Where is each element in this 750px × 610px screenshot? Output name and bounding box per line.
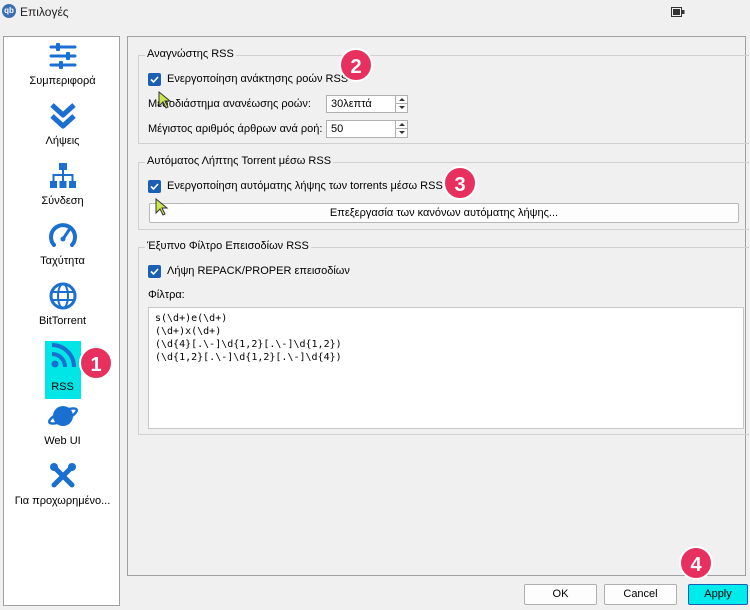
max-articles-label: Μέγιστος αριθμός άρθρων ανά ροή: bbox=[148, 123, 323, 135]
callout-badge-4: 4 bbox=[679, 546, 713, 580]
sidebar-item-label: Ταχύτητα bbox=[40, 255, 85, 267]
sidebar-item-label: Συμπεριφορά bbox=[29, 75, 96, 87]
sidebar-item-label: RSS bbox=[51, 381, 74, 393]
max-articles-spinbox[interactable]: 50 bbox=[326, 120, 408, 138]
checkmark-icon bbox=[150, 76, 159, 84]
filter-line: (\d{1,2}[.\-]\d{1,2}[.\-]\d{4}) bbox=[155, 352, 342, 363]
sidebar-item-behavior[interactable]: Συμπεριφορά bbox=[4, 41, 121, 99]
download-repack-checkbox[interactable] bbox=[148, 265, 161, 278]
filter-line: (\d{4}[.\-]\d{1,2}[.\-]\d{1,2}) bbox=[155, 339, 342, 350]
ok-button[interactable]: OK bbox=[524, 584, 597, 605]
double-chevron-down-icon bbox=[50, 103, 76, 129]
checkmark-icon bbox=[150, 183, 159, 191]
spin-down-button[interactable] bbox=[395, 129, 407, 137]
sidebar-item-connection[interactable]: Σύνδεση bbox=[4, 161, 121, 219]
spin-up-button[interactable] bbox=[395, 121, 407, 129]
sidebar-item-advanced[interactable]: Για προχωρημένο... bbox=[4, 461, 121, 519]
speedometer-icon bbox=[49, 223, 77, 247]
network-icon bbox=[50, 163, 76, 188]
sidebar-item-label: Λήψεις bbox=[45, 135, 80, 147]
checkmark-icon bbox=[150, 268, 159, 276]
sidebar-item-label: Σύνδεση bbox=[41, 195, 84, 207]
spinbox-value: 50 bbox=[331, 123, 344, 135]
sidebar-item-downloads[interactable]: Λήψεις bbox=[4, 101, 121, 159]
callout-badge-2: 2 bbox=[339, 48, 373, 82]
title-bar: qb Επιλογές bbox=[0, 0, 750, 26]
cancel-button[interactable]: Cancel bbox=[604, 584, 677, 605]
app-logo-icon: qb bbox=[2, 4, 16, 18]
spin-down-button[interactable] bbox=[395, 104, 407, 112]
sidebar-item-label: Για προχωρημένο... bbox=[14, 495, 111, 507]
callout-badge-3: 3 bbox=[443, 166, 477, 200]
filters-label: Φίλτρα: bbox=[148, 289, 185, 301]
sidebar-item-speed[interactable]: Ταχύτητα bbox=[4, 221, 121, 279]
spin-up-button[interactable] bbox=[395, 96, 407, 104]
filter-line: s(\d+)e(\d+) bbox=[155, 313, 228, 324]
filter-line: (\d+)x(\d+) bbox=[155, 326, 222, 337]
restore-window-icon[interactable] bbox=[671, 7, 685, 17]
enable-rss-label: Ενεργοποίηση ανάκτησης ροών RSS bbox=[167, 73, 349, 85]
refresh-interval-label: Μεσοδιάστημα ανανέωσης ροών: bbox=[148, 98, 311, 110]
cursor-arrow-icon bbox=[155, 198, 169, 216]
sidebar-item-label: Web UI bbox=[44, 435, 81, 447]
spinbox-value: 30λεπτά bbox=[331, 98, 372, 110]
sidebar: Συμπεριφορά Λήψεις Σύνδεση Ταχύτητα BitT… bbox=[3, 36, 120, 606]
group-title: Έξυπνο Φίλτρο Επεισοδίων RSS bbox=[145, 240, 311, 252]
rss-icon bbox=[51, 343, 76, 368]
rss-reader-group: Αναγνώστης RSS Ενεργοποίηση ανάκτησης ρο… bbox=[138, 48, 749, 144]
enable-rss-checkbox[interactable] bbox=[148, 73, 161, 86]
sidebar-item-web-ui[interactable]: Web UI bbox=[4, 401, 121, 459]
group-title: Αυτόματος Λήπτης Torrent μέσω RSS bbox=[145, 155, 334, 167]
refresh-interval-spinbox[interactable]: 30λεπτά bbox=[326, 95, 408, 113]
sidebar-item-label: BitTorrent bbox=[38, 315, 87, 327]
planet-icon bbox=[48, 406, 78, 426]
download-repack-label: Λήψη REPACK/PROPER επεισοδίων bbox=[167, 265, 350, 277]
group-title: Αναγνώστης RSS bbox=[145, 48, 236, 60]
window-title: Επιλογές bbox=[20, 5, 69, 19]
apply-button[interactable]: Apply bbox=[688, 584, 748, 605]
globe-icon bbox=[49, 282, 77, 310]
callout-badge-1: 1 bbox=[79, 346, 113, 380]
auto-downloader-group: Αυτόματος Λήπτης Torrent μέσω RSS Ενεργο… bbox=[138, 155, 749, 230]
enable-auto-download-checkbox[interactable] bbox=[148, 180, 161, 193]
smart-filter-group: Έξυπνο Φίλτρο Επεισοδίων RSS Λήψη REPACK… bbox=[138, 240, 749, 435]
cursor-arrow-icon bbox=[158, 91, 172, 109]
sliders-icon bbox=[49, 43, 77, 69]
enable-auto-download-label: Ενεργοποίηση αυτόματης λήψης των torrent… bbox=[167, 180, 443, 192]
edit-rules-button[interactable]: Επεξεργασία των κανόνων αυτόματης λήψης.… bbox=[149, 203, 739, 223]
filters-textarea[interactable]: s(\d+)e(\d+) (\d+)x(\d+) (\d{4}[.\-]\d{1… bbox=[148, 307, 744, 429]
sidebar-item-bittorrent[interactable]: BitTorrent bbox=[4, 281, 121, 339]
tools-icon bbox=[50, 463, 76, 488]
settings-panel: Αναγνώστης RSS Ενεργοποίηση ανάκτησης ρο… bbox=[127, 36, 749, 576]
